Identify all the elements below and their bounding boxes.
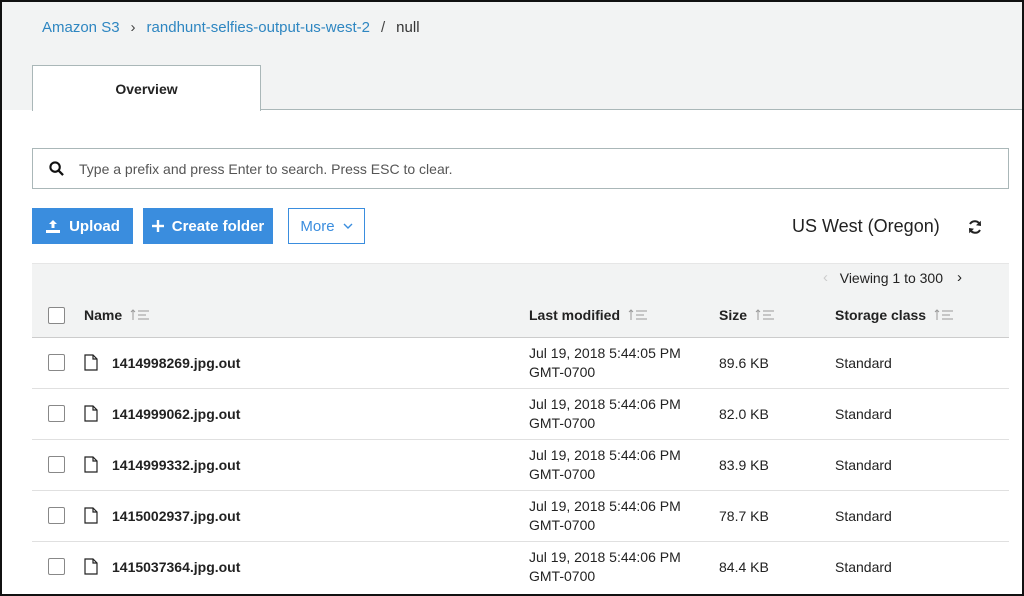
table-row[interactable]: 1414999332.jpg.out Jul 19, 2018 5:44:06 … [32,440,1009,491]
row-checkbox[interactable] [48,558,65,575]
storage-class-cell: Standard [835,406,892,422]
column-name-label: Name [84,307,123,323]
last-modified-timezone: GMT-0700 [529,466,596,482]
upload-label: Upload [69,217,120,235]
column-last-modified-header[interactable]: Last modified [529,307,648,323]
column-storage-class-label: Storage class [835,307,927,323]
last-modified-cell: Jul 19, 2018 5:44:06 PM GMT-0700 [529,548,681,586]
size-cell: 82.0 KB [719,406,769,422]
last-modified-cell: Jul 19, 2018 5:44:06 PM GMT-0700 [529,446,681,484]
upload-button[interactable]: Upload [32,208,133,244]
row-checkbox[interactable] [48,456,65,473]
sort-icon [130,308,150,322]
sort-icon [755,308,775,322]
row-checkbox[interactable] [48,354,65,371]
table-row[interactable]: 1415037364.jpg.out Jul 19, 2018 5:44:06 … [32,542,1009,593]
s3-console-window: Amazon S3 › randhunt-selfies-output-us-w… [0,0,1024,596]
storage-class-cell: Standard [835,457,892,473]
file-icon [84,456,98,473]
search-box[interactable] [32,148,1009,189]
last-modified-timezone: GMT-0700 [529,364,596,380]
search-input[interactable] [79,160,979,177]
last-modified-date: Jul 19, 2018 5:44:06 PM [529,498,681,514]
column-size-label: Size [719,307,748,323]
row-checkbox[interactable] [48,507,65,524]
size-cell: 83.9 KB [719,457,769,473]
file-name-link[interactable]: 1414998269.jpg.out [112,355,240,371]
upload-icon [45,218,61,234]
next-page-icon[interactable]: › [957,269,962,286]
create-folder-label: Create folder [171,217,265,235]
more-dropdown-button[interactable]: More [288,208,365,244]
previous-page-icon[interactable]: ‹ [823,269,828,286]
last-modified-cell: Jul 19, 2018 5:44:06 PM GMT-0700 [529,497,681,535]
select-all-checkbox[interactable] [48,307,65,324]
pagination-text: Viewing 1 to 300 [839,270,943,286]
breadcrumb-bucket-link[interactable]: randhunt-selfies-output-us-west-2 [147,19,370,36]
create-folder-button[interactable]: Create folder [143,208,273,244]
plus-icon [151,220,164,232]
file-icon [84,354,98,371]
last-modified-timezone: GMT-0700 [529,568,596,584]
search-icon [33,161,79,176]
table-row[interactable]: 1414998269.jpg.out Jul 19, 2018 5:44:05 … [32,338,1009,389]
file-name-link[interactable]: 1415037364.jpg.out [112,559,240,575]
last-modified-date: Jul 19, 2018 5:44:06 PM [529,447,681,463]
storage-class-cell: Standard [835,508,892,524]
breadcrumb: Amazon S3 › randhunt-selfies-output-us-w… [42,19,420,36]
file-name-link[interactable]: 1414999062.jpg.out [112,406,240,422]
size-cell: 84.4 KB [719,559,769,575]
pagination-bar: ‹ Viewing 1 to 300 › [32,263,1009,293]
file-name-link[interactable]: 1415002937.jpg.out [112,508,240,524]
file-icon [84,558,98,575]
last-modified-date: Jul 19, 2018 5:44:06 PM [529,549,681,565]
file-icon [84,507,98,524]
breadcrumb-slash: / [381,19,386,36]
column-storage-class-header[interactable]: Storage class [835,307,954,323]
table-row[interactable]: 1415002937.jpg.out Jul 19, 2018 5:44:06 … [32,491,1009,542]
region-label: US West (Oregon) [792,216,940,236]
table-row[interactable]: 1414999062.jpg.out Jul 19, 2018 5:44:06 … [32,389,1009,440]
last-modified-timezone: GMT-0700 [529,415,596,431]
more-label: More [300,217,335,235]
file-icon [84,405,98,422]
last-modified-cell: Jul 19, 2018 5:44:05 PM GMT-0700 [529,344,681,382]
storage-class-cell: Standard [835,355,892,371]
size-cell: 89.6 KB [719,355,769,371]
sort-icon [628,308,648,322]
last-modified-date: Jul 19, 2018 5:44:06 PM [529,396,681,412]
chevron-down-icon [343,223,353,229]
last-modified-cell: Jul 19, 2018 5:44:06 PM GMT-0700 [529,395,681,433]
last-modified-date: Jul 19, 2018 5:44:05 PM [529,345,681,361]
last-modified-timezone: GMT-0700 [529,517,596,533]
top-bar: Amazon S3 › randhunt-selfies-output-us-w… [2,2,1022,111]
storage-class-cell: Standard [835,559,892,575]
size-cell: 78.7 KB [719,508,769,524]
refresh-icon[interactable] [967,219,983,240]
tab-divider [261,109,1022,110]
breadcrumb-root-link[interactable]: Amazon S3 [42,19,120,36]
column-last-modified-label: Last modified [529,307,621,323]
breadcrumb-separator-icon: › [130,19,136,36]
column-name-header[interactable]: Name [84,307,150,323]
column-size-header[interactable]: Size [719,307,775,323]
table-header: Name Last modified Size Storage class [32,293,1009,338]
breadcrumb-current-path: null [396,19,420,36]
tab-overview[interactable]: Overview [32,65,261,111]
sort-icon [934,308,954,322]
file-name-link[interactable]: 1414999332.jpg.out [112,457,240,473]
row-checkbox[interactable] [48,405,65,422]
